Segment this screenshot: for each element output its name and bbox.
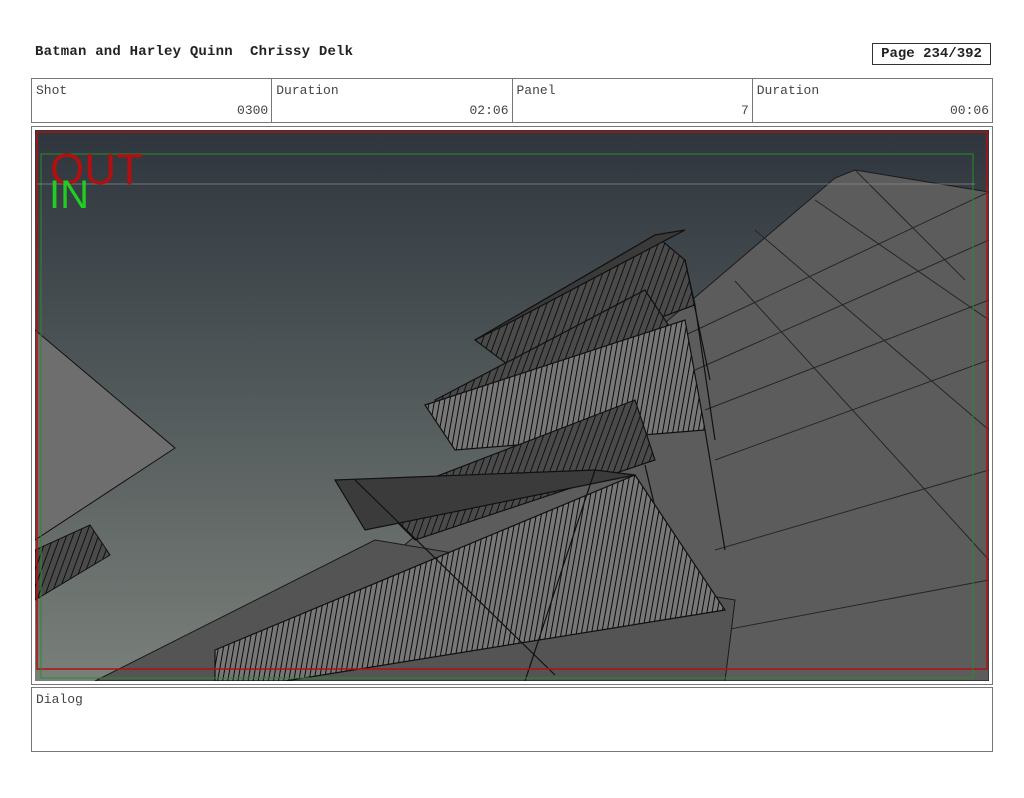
dialog-box[interactable]: Dialog xyxy=(31,687,993,752)
shot-duration-cell: Duration 02:06 xyxy=(272,79,513,122)
shot-label: Shot xyxy=(36,83,68,98)
project-title: Batman and Harley Quinn xyxy=(35,44,233,60)
shot-value: 0300 xyxy=(237,103,269,118)
panel-duration-label: Duration xyxy=(756,83,820,98)
shot-info-row: Shot 0300 Duration 02:06 Panel 7 Duratio… xyxy=(31,78,993,123)
panel-label: Panel xyxy=(516,83,556,98)
in-marker: IN xyxy=(49,173,89,217)
shot-duration-label: Duration xyxy=(276,83,339,98)
page-number: Page 234/392 xyxy=(872,43,991,65)
panel-cell: Panel 7 xyxy=(513,79,753,122)
panel-duration-cell: Duration 00:06 xyxy=(753,79,992,122)
storyboard-frame xyxy=(31,126,993,685)
storyboard-image xyxy=(35,130,989,681)
panel-duration-value: 00:06 xyxy=(949,103,989,118)
shot-cell: Shot 0300 xyxy=(32,79,273,122)
panel-value: 7 xyxy=(740,103,749,118)
dialog-label: Dialog xyxy=(36,692,83,707)
artist-name: Chrissy Delk xyxy=(250,44,354,60)
header-title: Batman and Harley Quinn Chrissy Delk xyxy=(35,44,353,60)
shot-duration-value: 02:06 xyxy=(469,103,509,118)
